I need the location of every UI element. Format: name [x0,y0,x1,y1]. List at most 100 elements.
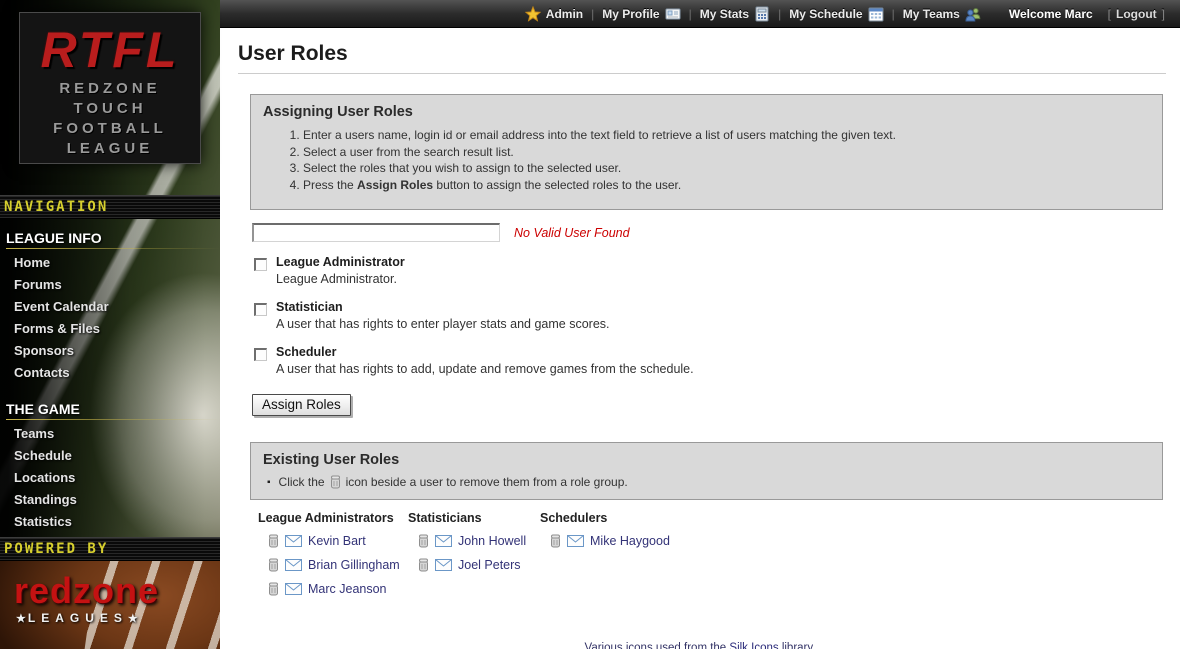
email-icon[interactable] [285,535,302,547]
existing-box-heading: Existing User Roles [263,452,1150,468]
logout-label: Logout [1116,7,1157,21]
instruction-step: Enter a users name, login id or email ad… [303,127,1150,144]
topbar-item-my-teams[interactable]: My Teams [903,6,981,22]
vcard-icon [665,6,681,22]
sidebar-item-event-calendar[interactable]: Event Calendar [0,296,220,318]
bracket [1162,7,1165,21]
topbar-item-label: My Profile [602,7,659,21]
redzone-leagues-logo[interactable]: redzone LEAGUES [0,561,220,649]
role-option-league-administrator: League Administrator League Administrato… [254,255,1180,287]
sidebar-item-statistics[interactable]: Statistics [0,511,220,533]
role-description: A user that has rights to add, update an… [276,362,694,377]
search-status-message: No Valid User Found [514,226,630,240]
email-icon[interactable] [285,583,302,595]
user-search-input[interactable] [252,223,500,242]
sidebar-item-home[interactable]: Home [0,252,220,274]
group-statisticians: Statisticians John Howell Joel Peters [408,511,540,606]
bracket [1108,7,1111,21]
remove-user-bin-icon[interactable] [268,582,279,596]
role-description: A user that has rights to enter player s… [276,317,610,332]
user-link[interactable]: Brian Gillingham [308,558,400,572]
user-row: Marc Jeanson [268,582,408,596]
group-title: Statisticians [408,511,540,525]
rtfl-logo-line: TOUCH [20,99,200,119]
sidebar-item-forms-files[interactable]: Forms & Files [0,318,220,340]
group-title: Schedulers [540,511,670,525]
page-footer: Various icons used from the Silk Icons l… [220,642,1180,649]
topbar-item-label: My Teams [903,7,960,21]
user-row: John Howell [418,534,540,548]
assign-instructions: Enter a users name, login id or email ad… [251,127,1150,193]
topbar-item-my-stats[interactable]: My Stats [700,6,770,22]
assign-roles-button[interactable]: Assign Roles [252,394,351,416]
scheduler-checkbox[interactable] [254,348,267,361]
footer-credit-icons: Various icons used from the Silk Icons l… [220,642,1180,649]
remove-user-bin-icon[interactable] [418,534,429,548]
topbar-item-label: My Stats [700,7,749,21]
group-league-administrators: League Administrators Kevin Bart Brian G… [258,511,408,606]
topbar-item-my-schedule[interactable]: My Schedule [789,6,883,22]
user-link[interactable]: Mike Haygood [590,534,670,548]
group-schedulers: Schedulers Mike Haygood [540,511,670,606]
redzone-logo-text: redzone [14,573,220,609]
user-link[interactable]: Joel Peters [458,558,521,572]
user-row: Joel Peters [418,558,540,572]
assigning-user-roles-box: Assigning User Roles Enter a users name,… [250,94,1163,210]
assign-box-heading: Assigning User Roles [263,104,1150,120]
star-icon [525,6,541,22]
silk-icons-link[interactable]: Silk Icons [729,642,778,649]
topbar-separator [591,5,594,23]
user-row: Mike Haygood [550,534,670,548]
rtfl-logo-line: REDZONE [20,79,200,99]
remove-user-bin-icon[interactable] [550,534,561,548]
remove-user-bin-icon[interactable] [418,558,429,572]
instruction-step: Press the Assign Roles button to assign … [303,177,1150,194]
topbar-item-label: My Schedule [789,7,862,21]
sidebar: RTFL REDZONE TOUCH FOOTBALL LEAGUE NAVIG… [0,0,220,649]
rtfl-logo-acronym: RTFL [20,21,200,79]
role-name: League Administrator [276,255,405,270]
sidebar-item-contacts[interactable]: Contacts [0,362,220,384]
sidebar-item-standings[interactable]: Standings [0,489,220,511]
welcome-text: Welcome Marc [1009,7,1093,21]
user-link[interactable]: Marc Jeanson [308,582,387,596]
league-administrator-checkbox[interactable] [254,258,267,271]
logout-button[interactable]: Logout [1103,7,1170,21]
sidebar-item-schedule[interactable]: Schedule [0,445,220,467]
group-icon [965,6,981,22]
remove-user-bin-icon[interactable] [268,558,279,572]
topbar-item-admin[interactable]: Admin [525,6,583,22]
topbar-item-my-profile[interactable]: My Profile [602,6,680,22]
sidebar-item-forums[interactable]: Forums [0,274,220,296]
calendar-icon [868,6,884,22]
sidebar-item-locations[interactable]: Locations [0,467,220,489]
sidebar-item-sponsors[interactable]: Sponsors [0,340,220,362]
role-option-statistician: Statistician A user that has rights to e… [254,300,1180,332]
topbar-user-area: Welcome Marc Logout [1009,7,1170,21]
rtfl-logo[interactable]: RTFL REDZONE TOUCH FOOTBALL LEAGUE [19,12,201,164]
email-icon[interactable] [435,559,452,571]
rtfl-logo-line: FOOTBALL [20,119,200,139]
role-option-scheduler: Scheduler A user that has rights to add,… [254,345,1180,377]
remove-user-bin-icon[interactable] [268,534,279,548]
redzone-logo-sub: LEAGUES [16,611,220,625]
statistician-checkbox[interactable] [254,303,267,316]
sidebar-item-teams[interactable]: Teams [0,423,220,445]
section-header-league-info: LEAGUE INFO [0,225,220,252]
powered-by-banner: POWERED BY [0,537,220,561]
user-link[interactable]: John Howell [458,534,526,548]
title-divider [238,73,1166,74]
sidebar-logo-area: RTFL REDZONE TOUCH FOOTBALL LEAGUE [0,12,220,195]
user-link[interactable]: Kevin Bart [308,534,366,548]
sidebar-menu: LEAGUE INFO Home Forums Event Calendar F… [0,219,220,537]
email-icon[interactable] [285,559,302,571]
user-search-row: No Valid User Found [252,223,1180,242]
email-icon[interactable] [567,535,584,547]
main-content: User Roles Assigning User Roles Enter a … [220,29,1180,649]
topbar-item-label: Admin [546,7,583,21]
topbar: Admin My Profile My Stats My Schedule My… [220,0,1180,28]
email-icon[interactable] [435,535,452,547]
role-description: League Administrator. [276,272,405,287]
topbar-separator [689,5,692,23]
rtfl-app: RTFL REDZONE TOUCH FOOTBALL LEAGUE NAVIG… [0,0,1180,649]
